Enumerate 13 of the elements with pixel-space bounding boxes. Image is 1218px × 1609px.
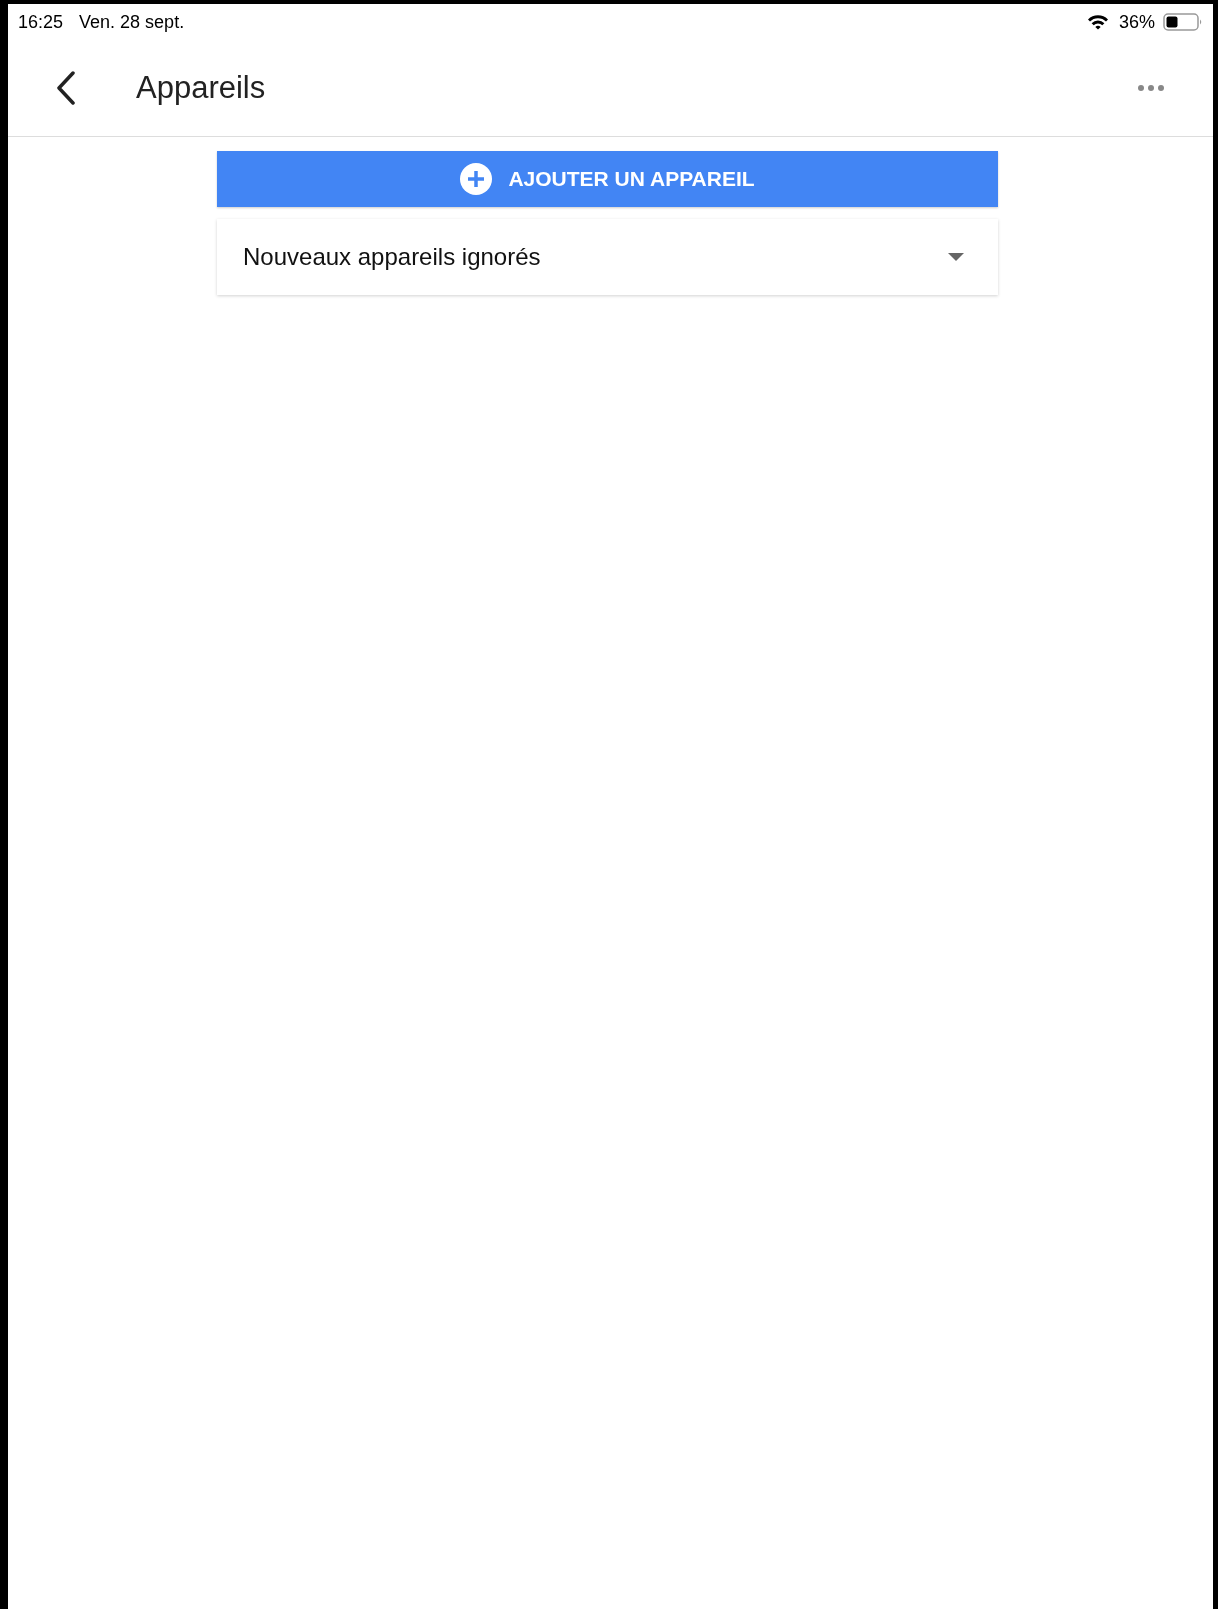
add-device-button[interactable]: AJOUTER UN APPAREIL	[217, 151, 998, 207]
back-icon[interactable]	[56, 71, 76, 105]
battery-percent: 36%	[1118, 11, 1155, 33]
expandable-section[interactable]: Nouveaux appareils ignorés	[217, 219, 998, 295]
more-icon[interactable]	[1137, 84, 1165, 92]
plus-icon	[460, 163, 493, 195]
status-time: 16:25	[18, 11, 64, 33]
wifi-icon	[1086, 14, 1109, 30]
section-label: Nouveaux appareils ignorés	[243, 243, 541, 271]
caret-icon	[948, 253, 964, 261]
status-date: Ven. 28 sept.	[79, 11, 185, 33]
page-title: Appareils	[136, 70, 266, 106]
battery-icon	[1163, 13, 1203, 31]
